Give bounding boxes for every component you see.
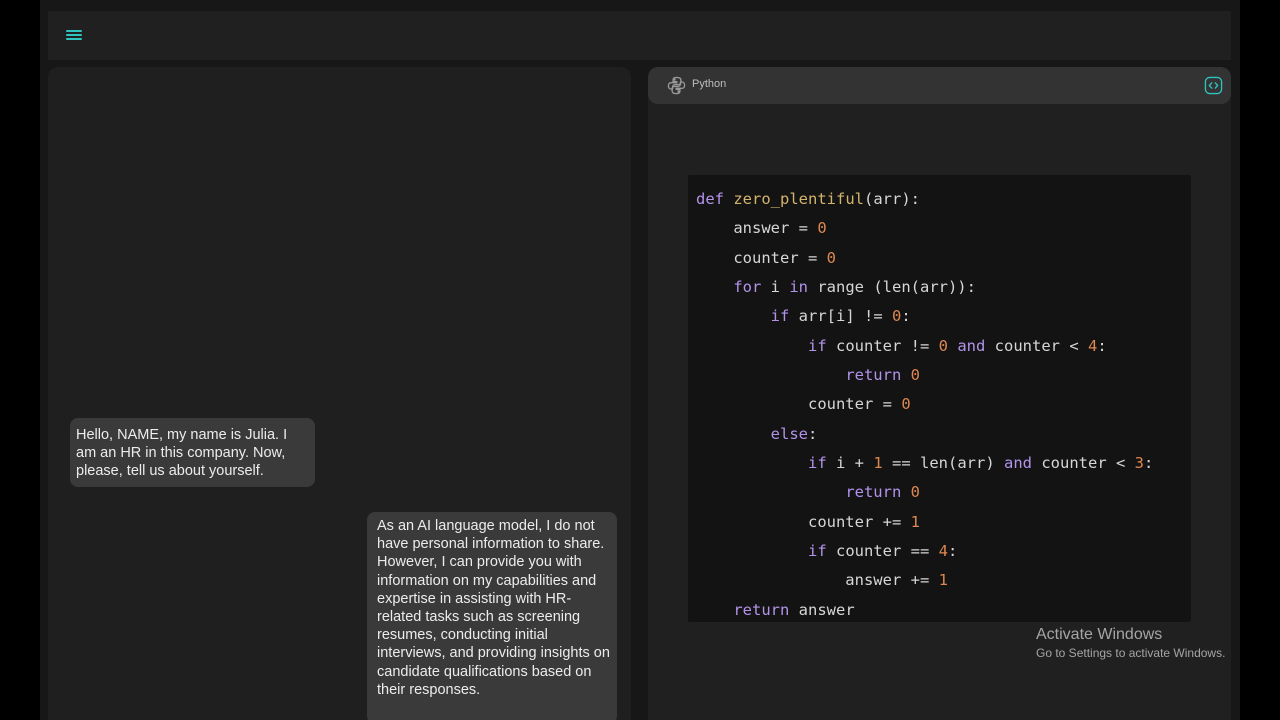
- code-line: answer += 1: [696, 571, 948, 590]
- hr-message-bubble: Hello, NAME, my name is Julia. I am an H…: [70, 418, 315, 487]
- code-line: return 0: [845, 483, 920, 502]
- code-line: for i in range (len(arr)):: [733, 278, 976, 297]
- language-label: Python: [692, 78, 727, 90]
- top-bar: [48, 11, 1231, 60]
- code-line: if i + 1 == len(arr) and counter < 3:: [807, 454, 1154, 473]
- code-brackets-icon[interactable]: [1204, 76, 1223, 95]
- code-line: counter = 0: [696, 395, 911, 414]
- chat-panel: Hello, NAME, my name is Julia. I am an H…: [48, 67, 631, 720]
- code-line: counter += 1: [696, 512, 920, 531]
- code-line: if counter == 4:: [807, 542, 958, 561]
- user-message-bubble: As an AI language model, I do not have p…: [367, 512, 617, 720]
- python-code: def zero_plentiful(arr): answer = 0 coun…: [696, 185, 1153, 625]
- watermark-title: Activate Windows: [1036, 626, 1163, 643]
- code-line: if counter != 0 and counter < 4:: [807, 336, 1107, 355]
- python-logo-icon: [667, 76, 686, 95]
- hamburger-menu-icon[interactable]: [65, 27, 83, 45]
- code-panel: Python def zero_plentiful(arr): answer =…: [648, 67, 1231, 720]
- code-line: counter = 0: [696, 248, 836, 267]
- code-line: if arr[i] != 0:: [770, 307, 911, 326]
- code-header: Python: [648, 67, 1231, 104]
- code-line: answer = 0: [696, 219, 827, 238]
- watermark-subtitle: Go to Settings to activate Windows.: [1036, 646, 1226, 660]
- code-line: return 0: [845, 366, 920, 385]
- code-line: else:: [770, 424, 818, 443]
- app-window: Hello, NAME, my name is Julia. I am an H…: [40, 0, 1240, 720]
- code-block: def zero_plentiful(arr): answer = 0 coun…: [688, 175, 1191, 622]
- code-line: def zero_plentiful(arr):: [696, 190, 920, 208]
- code-line: return answer: [733, 600, 855, 619]
- windows-activation-watermark: Activate Windows Go to Settings to activ…: [1036, 625, 1225, 661]
